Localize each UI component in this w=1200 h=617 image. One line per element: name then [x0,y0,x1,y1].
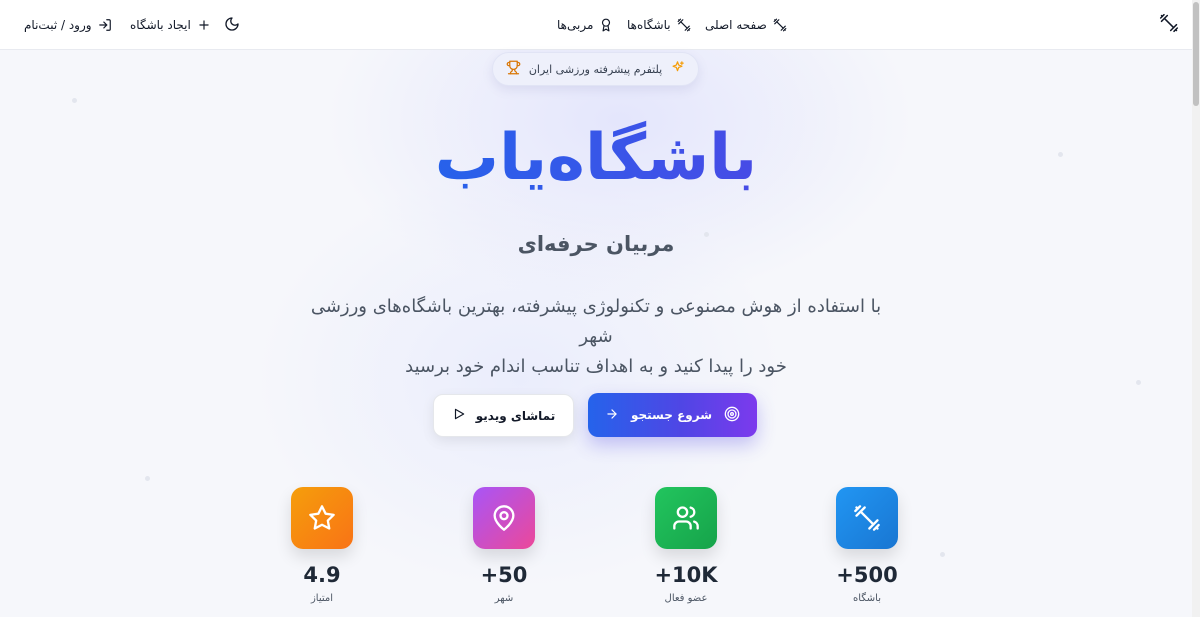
nav-link-clubs[interactable]: باشگاه‌ها [627,0,691,50]
login-register-button[interactable]: ورود / ثبت‌نام [24,0,112,50]
decor-dot [145,476,150,481]
start-search-button[interactable]: شروع جستجو [588,393,757,437]
stat-clubs: +500 باشگاه [807,487,927,604]
stat-label: شهر [494,593,514,604]
site-logo[interactable] [1158,13,1180,37]
map-pin-icon [473,487,535,549]
dumbbell-icon [836,487,898,549]
decor-dot [940,552,945,557]
star-icon [291,487,353,549]
hero-description-line-2: خود را پیدا کنید و به اهداف تناسب اندام … [405,356,787,377]
plus-icon [197,18,211,32]
award-icon [599,18,613,32]
stat-value: +500 [836,563,898,587]
hero-badge: پلتفرم پیشرفته ورزشی ایران [492,52,699,86]
create-club-label: ایجاد باشگاه [130,18,191,32]
nav-link-home[interactable]: صفحه اصلی [705,0,787,50]
dumbbell-icon [1159,13,1179,37]
theme-toggle-button[interactable] [224,16,242,34]
hero-description: با استفاده از هوش مصنوعی و تکنولوژی پیشر… [296,292,896,382]
stat-rating: 4.9 امتیاز [262,487,382,604]
stat-label: امتیاز [310,593,334,604]
top-navbar: صفحه اصلی باشگاه‌ها مربی‌ها ایجاد باشگاه [0,0,1192,50]
watch-video-label: تماشای ویدیو [475,408,556,423]
target-icon [724,406,740,425]
nav-coaches-label: مربی‌ها [557,18,594,32]
stat-members: +10K عضو فعال [626,487,746,604]
stat-cities: +50 شهر [444,487,564,604]
create-club-button[interactable]: ایجاد باشگاه [130,0,211,50]
login-label: ورود / ثبت‌نام [24,18,92,32]
sparkles-icon [670,60,685,78]
moon-icon [224,17,240,36]
arrow-right-icon [605,407,619,424]
play-icon [452,407,466,424]
stat-value: 4.9 [303,563,341,587]
nav-link-coaches[interactable]: مربی‌ها [557,0,613,50]
dumbbell-icon [773,18,787,32]
hero-badge-text: پلتفرم پیشرفته ورزشی ایران [528,62,663,76]
stat-value: +50 [480,563,528,587]
start-search-label: شروع جستجو [630,408,713,422]
hero-subtitle: مربیان حرفه‌ای [517,232,675,256]
scrollbar-thumb[interactable] [1193,2,1199,106]
log-in-icon [98,18,112,32]
users-icon [655,487,717,549]
stat-label: باشگاه [852,593,882,604]
nav-home-label: صفحه اصلی [705,18,767,32]
nav-clubs-label: باشگاه‌ها [627,18,671,32]
decor-dot [1136,380,1141,385]
stat-value: +10K [654,563,718,587]
dumbbell-icon [677,18,691,32]
stat-label: عضو فعال [664,593,708,604]
hero-title: باشگاه‌یاب [0,118,1192,198]
hero-description-line-1: با استفاده از هوش مصنوعی و تکنولوژی پیشر… [310,296,882,347]
watch-video-button[interactable]: تماشای ویدیو [433,394,574,437]
trophy-icon [506,60,521,78]
decor-dot [72,98,77,103]
